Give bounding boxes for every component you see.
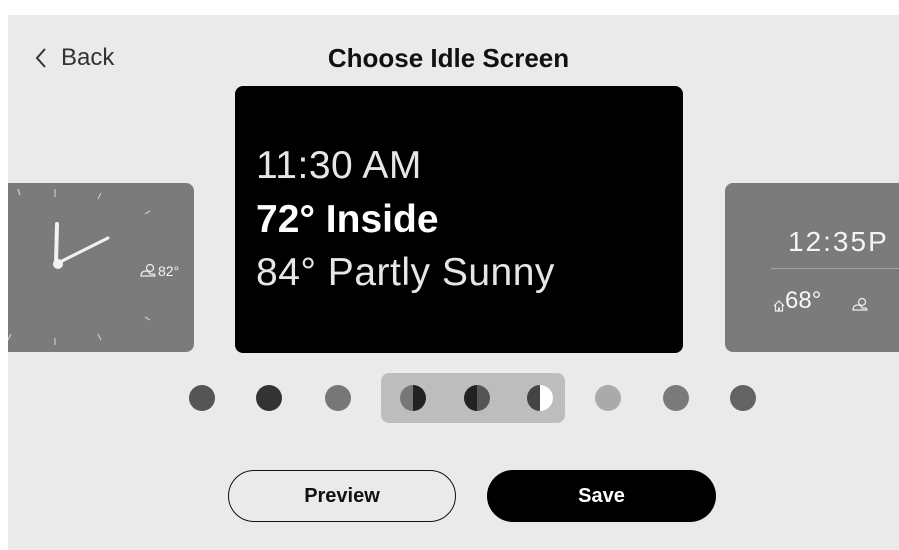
idle-screen-chooser: Back Choose Idle Screen 82° 11:30 AM 72°… xyxy=(8,15,899,550)
idle-preview-digital[interactable]: 12:35P 68° xyxy=(725,183,899,352)
partly-sunny-icon xyxy=(140,263,156,277)
save-button-label: Save xyxy=(578,484,625,507)
style-dot-3[interactable] xyxy=(325,385,351,411)
left-preview-temp: 82° xyxy=(158,263,180,279)
right-preview-time-digits: 12:35 xyxy=(788,226,869,257)
right-preview-divider xyxy=(771,268,899,269)
style-dot-7[interactable] xyxy=(595,385,621,411)
right-preview-inside-temp: 68° xyxy=(785,287,822,314)
page-title-text: Choose Idle Screen xyxy=(327,43,570,73)
center-preview-inside-temp: 72° Inside xyxy=(256,198,439,241)
page-title: Choose Idle Screen xyxy=(8,43,899,74)
idle-preview-analog-clock[interactable]: 82° xyxy=(8,183,194,352)
style-dot-9[interactable] xyxy=(730,385,756,411)
home-icon xyxy=(773,300,785,312)
center-preview-time: 11:30 AM xyxy=(256,144,422,187)
style-dot-5-half[interactable] xyxy=(464,385,490,411)
preview-button-label: Preview xyxy=(304,484,380,507)
preview-button[interactable]: Preview xyxy=(228,470,456,522)
idle-preview-text-selected[interactable]: 11:30 AM 72° Inside 84° Partly Sunny xyxy=(235,86,683,353)
right-preview-time-suffix: P xyxy=(868,226,889,257)
style-dot-2[interactable] xyxy=(256,385,282,411)
center-preview-outside: 84° Partly Sunny xyxy=(256,251,555,294)
style-dot-1[interactable] xyxy=(189,385,215,411)
color-style-selector xyxy=(8,373,899,423)
save-button[interactable]: Save xyxy=(487,470,716,522)
partly-sunny-icon xyxy=(852,297,868,311)
style-dot-8[interactable] xyxy=(663,385,689,411)
right-preview-time: 12:35P xyxy=(788,226,889,258)
style-dot-6-half[interactable] xyxy=(527,385,553,411)
style-dot-4-half[interactable] xyxy=(400,385,426,411)
